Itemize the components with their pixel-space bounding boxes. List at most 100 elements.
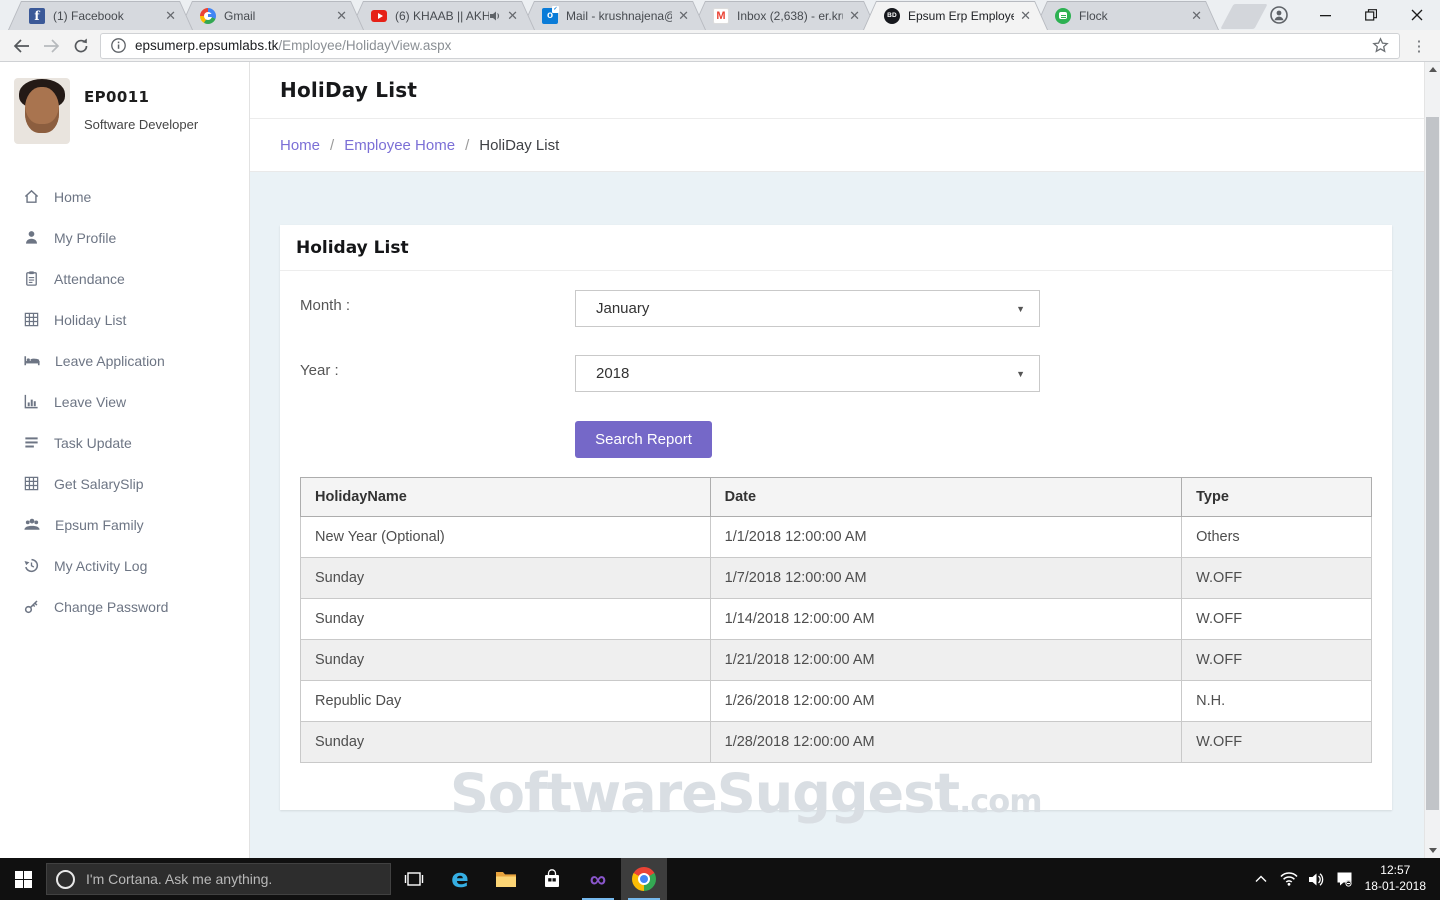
table-header-row: HolidayName Date Type — [301, 478, 1372, 517]
sidebar-item-leave-application[interactable]: Leave Application — [0, 340, 249, 381]
cell-holidayname: Sunday — [301, 599, 711, 640]
cell-date: 1/1/2018 12:00:00 AM — [710, 517, 1182, 558]
close-icon[interactable]: ✕ — [1191, 9, 1202, 22]
volume-icon[interactable] — [1303, 858, 1331, 900]
tab-title: (1) Facebook — [53, 9, 159, 23]
tray-expand-icon[interactable] — [1247, 858, 1275, 900]
employee-avatar — [14, 78, 70, 144]
tab-gmail[interactable]: Gmail ✕ — [179, 1, 364, 30]
task-lines-icon — [23, 434, 40, 451]
cell-date: 1/28/2018 12:00:00 AM — [710, 722, 1182, 763]
sidebar-item-holiday-list[interactable]: Holiday List — [0, 299, 249, 340]
sidebar-item-get-salaryslip[interactable]: Get SalarySlip — [0, 463, 249, 504]
browser-menu-icon[interactable]: ⋮ — [1406, 37, 1432, 55]
chrome-taskbar-icon[interactable] — [621, 858, 667, 900]
page-info-icon[interactable] — [111, 38, 126, 53]
cell-date: 1/14/2018 12:00:00 AM — [710, 599, 1182, 640]
tab-strip: f (1) Facebook ✕ Gmail ✕ (6) KHAAB || AK… — [0, 0, 1440, 30]
month-value: January — [596, 300, 649, 317]
wifi-icon[interactable] — [1275, 858, 1303, 900]
cell-type: N.H. — [1182, 681, 1372, 722]
holiday-list-card: Holiday List Month : January ▼ Year : 20… — [280, 225, 1392, 810]
close-icon[interactable]: ✕ — [507, 9, 518, 22]
tab-gmail-inbox[interactable]: M Inbox (2,638) - er.kru ✕ — [692, 1, 877, 30]
google-icon — [200, 8, 216, 24]
vertical-scrollbar[interactable] — [1424, 62, 1440, 858]
sidebar-item-change-password[interactable]: Change Password — [0, 586, 249, 627]
start-button[interactable] — [0, 858, 46, 900]
cell-holidayname: Republic Day — [301, 681, 711, 722]
table-row: Sunday 1/21/2018 12:00:00 AM W.OFF — [301, 640, 1372, 681]
sidebar-item-task-update[interactable]: Task Update — [0, 422, 249, 463]
sidebar-item-my-profile[interactable]: My Profile — [0, 217, 249, 258]
breadcrumb-separator: / — [465, 137, 469, 154]
close-icon[interactable]: ✕ — [165, 9, 176, 22]
tab-flock[interactable]: Flock ✕ — [1034, 1, 1219, 30]
cell-holidayname: Sunday — [301, 640, 711, 681]
back-button[interactable] — [6, 32, 36, 60]
cell-type: W.OFF — [1182, 599, 1372, 640]
month-select[interactable]: January ▼ — [575, 290, 1040, 327]
cell-date: 1/7/2018 12:00:00 AM — [710, 558, 1182, 599]
tab-youtube[interactable]: (6) KHAAB || AKH ✕ — [350, 1, 535, 30]
breadcrumb-home-link[interactable]: Home — [280, 137, 320, 154]
url-bar[interactable]: epsumerp.epsumlabs.tk/Employee/HolidayVi… — [100, 33, 1400, 59]
close-icon[interactable]: ✕ — [678, 9, 689, 22]
cell-holidayname: Sunday — [301, 558, 711, 599]
windows-store-taskbar-icon[interactable] — [529, 858, 575, 900]
sidebar: EP0011 Software Developer Home My Profil… — [0, 62, 250, 858]
scroll-up-icon[interactable] — [1429, 67, 1437, 72]
gmail-icon: M — [713, 8, 729, 24]
tab-epsum-erp-active[interactable]: BD Epsum Erp Employee ✕ — [863, 1, 1048, 30]
sidebar-item-home[interactable]: Home — [0, 176, 249, 217]
cell-date: 1/21/2018 12:00:00 AM — [710, 640, 1182, 681]
profile-avatar-icon[interactable] — [1256, 0, 1302, 30]
page-title-bar: HoliDay List — [250, 62, 1424, 119]
sidebar-item-my-activity-log[interactable]: My Activity Log — [0, 545, 249, 586]
sidebar-item-leave-view[interactable]: Leave View — [0, 381, 249, 422]
taskbar-clock[interactable]: 12:57 18-01-2018 — [1359, 863, 1434, 894]
close-icon[interactable]: ✕ — [849, 9, 860, 22]
history-icon — [23, 557, 40, 574]
close-window-button[interactable] — [1394, 0, 1440, 30]
action-center-icon[interactable] — [1331, 858, 1359, 900]
cell-date: 1/26/2018 12:00:00 AM — [710, 681, 1182, 722]
minimize-button[interactable] — [1302, 0, 1348, 30]
breadcrumb-employee-home-link[interactable]: Employee Home — [344, 137, 455, 154]
scroll-down-icon[interactable] — [1429, 848, 1437, 853]
table-row: Sunday 1/14/2018 12:00:00 AM W.OFF — [301, 599, 1372, 640]
sidebar-item-label: My Activity Log — [54, 558, 147, 574]
system-tray: 12:57 18-01-2018 — [1247, 858, 1440, 900]
restore-button[interactable] — [1348, 0, 1394, 30]
visual-studio-taskbar-icon[interactable]: ∞ — [575, 858, 621, 900]
sidebar-item-label: Attendance — [54, 271, 125, 287]
sidebar-item-label: Task Update — [54, 435, 132, 451]
month-label: Month : — [300, 297, 350, 314]
tab-outlook[interactable]: o Mail - krushnajena@ ✕ — [521, 1, 706, 30]
cell-type: Others — [1182, 517, 1372, 558]
task-view-button[interactable] — [391, 858, 437, 900]
sidebar-item-attendance[interactable]: Attendance — [0, 258, 249, 299]
col-type: Type — [1182, 478, 1372, 517]
breadcrumb: Home / Employee Home / HoliDay List — [250, 119, 1424, 172]
forward-button[interactable] — [36, 32, 66, 60]
tab-audio-icon — [489, 10, 501, 22]
cortana-search-box[interactable]: I'm Cortana. Ask me anything. — [46, 863, 391, 895]
bookmark-star-icon[interactable] — [1372, 37, 1389, 54]
sidebar-item-epsum-family[interactable]: Epsum Family — [0, 504, 249, 545]
search-report-button[interactable]: Search Report — [575, 421, 712, 458]
edge-taskbar-icon[interactable]: e — [437, 858, 483, 900]
tab-facebook[interactable]: f (1) Facebook ✕ — [8, 1, 193, 30]
facebook-icon: f — [29, 8, 45, 24]
scrollbar-thumb[interactable] — [1426, 117, 1439, 810]
year-select[interactable]: 2018 ▼ — [575, 355, 1040, 392]
url-path: /Employee/HolidayView.aspx — [278, 38, 451, 53]
profile-block: EP0011 Software Developer — [0, 62, 249, 150]
refresh-button[interactable] — [66, 32, 96, 60]
file-explorer-taskbar-icon[interactable] — [483, 858, 529, 900]
tab-title: (6) KHAAB || AKH — [395, 9, 489, 23]
browser-toolbar: epsumerp.epsumlabs.tk/Employee/HolidayVi… — [0, 30, 1440, 62]
close-icon[interactable]: ✕ — [1020, 9, 1031, 22]
close-icon[interactable]: ✕ — [336, 9, 347, 22]
sidebar-item-label: Leave Application — [55, 353, 165, 369]
